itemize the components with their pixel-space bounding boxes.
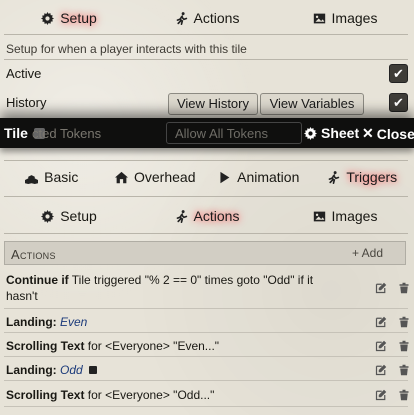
bg-tab-actions[interactable]: Actions <box>138 10 276 26</box>
stop-icon <box>89 366 98 374</box>
row-controls <box>375 364 410 376</box>
setup-description: Setup for when a player interacts with t… <box>6 42 247 56</box>
trash-icon[interactable] <box>398 282 410 294</box>
trash-icon[interactable] <box>398 340 410 352</box>
close-icon: ✕ <box>362 125 374 141</box>
row-separator <box>4 308 408 309</box>
sub-tab-bar: Setup Actions Images <box>0 208 414 224</box>
active-checkbox[interactable]: ✔ <box>389 64 408 83</box>
window-header[interactable]: Tile cted Tokens Allow All Tokens Sheet … <box>0 118 414 148</box>
running-icon <box>175 210 188 223</box>
bg-tab-setup[interactable]: Setup <box>0 10 138 26</box>
row-separator <box>4 356 408 357</box>
view-history-button[interactable]: View History <box>168 93 258 115</box>
divider <box>4 160 408 161</box>
tab-basic[interactable]: Basic <box>0 169 104 185</box>
tab-animation[interactable]: Animation <box>207 169 311 185</box>
add-action-button[interactable]: + Add <box>352 246 383 260</box>
gear-icon <box>304 126 317 140</box>
subtab-actions[interactable]: Actions <box>138 208 276 224</box>
divider <box>4 59 408 60</box>
tab-triggers[interactable]: Triggers <box>311 169 414 185</box>
view-variables-button[interactable]: View Variables <box>260 93 364 115</box>
edit-icon[interactable] <box>375 340 387 352</box>
edit-icon[interactable] <box>375 282 387 294</box>
trash-icon[interactable] <box>398 316 410 328</box>
action-row[interactable]: Landing: Even <box>6 314 406 330</box>
subtab-images[interactable]: Images <box>276 208 414 224</box>
gear-icon <box>41 12 54 25</box>
row-separator <box>4 380 408 381</box>
divider <box>4 196 408 197</box>
row-controls <box>375 282 410 294</box>
row-separator <box>4 332 408 333</box>
close-button[interactable]: ✕ Close <box>362 125 414 142</box>
edit-icon[interactable] <box>375 316 387 328</box>
history-label: History <box>6 95 47 110</box>
actions-title: Actions <box>11 247 56 262</box>
action-row[interactable]: Scrolling Text for <Everyone> "Even..." <box>6 338 406 354</box>
home-icon <box>115 171 128 184</box>
history-checkbox[interactable]: ✔ <box>389 93 408 112</box>
divider <box>4 233 408 234</box>
play-icon <box>218 171 231 184</box>
action-row[interactable]: Scrolling Text for <Everyone> "Odd..." <box>6 387 406 403</box>
active-label: Active <box>6 66 42 81</box>
trash-icon[interactable] <box>398 389 410 401</box>
image-icon <box>313 12 326 25</box>
bg-tab-images[interactable]: Images <box>276 10 414 26</box>
row-controls <box>375 316 410 328</box>
actions-header: Actions + Add <box>4 241 406 265</box>
obscured-label: cted Tokens <box>32 126 102 141</box>
image-icon <box>313 210 326 223</box>
allow-tokens-select[interactable]: Allow All Tokens <box>166 122 302 144</box>
running-icon <box>327 171 340 184</box>
edit-icon[interactable] <box>375 364 387 376</box>
main-tab-bar: Basic Overhead Animation Triggers <box>0 169 414 185</box>
edit-icon[interactable] <box>375 389 387 401</box>
subtab-setup[interactable]: Setup <box>0 208 138 224</box>
trash-icon[interactable] <box>398 364 410 376</box>
row-controls <box>375 389 410 401</box>
action-row[interactable]: Continue if Tile triggered "% 2 == 0" ti… <box>6 272 346 304</box>
divider <box>4 34 408 35</box>
cubes-icon <box>25 171 38 184</box>
sheet-button[interactable]: Sheet <box>304 125 359 141</box>
gear-icon <box>41 210 54 223</box>
bg-tab-bar: Setup Actions Images <box>0 10 414 26</box>
running-icon <box>175 12 188 25</box>
action-row[interactable]: Landing: Odd <box>6 362 406 378</box>
row-separator <box>4 406 408 407</box>
tab-overhead[interactable]: Overhead <box>104 169 208 185</box>
row-controls <box>375 340 410 352</box>
